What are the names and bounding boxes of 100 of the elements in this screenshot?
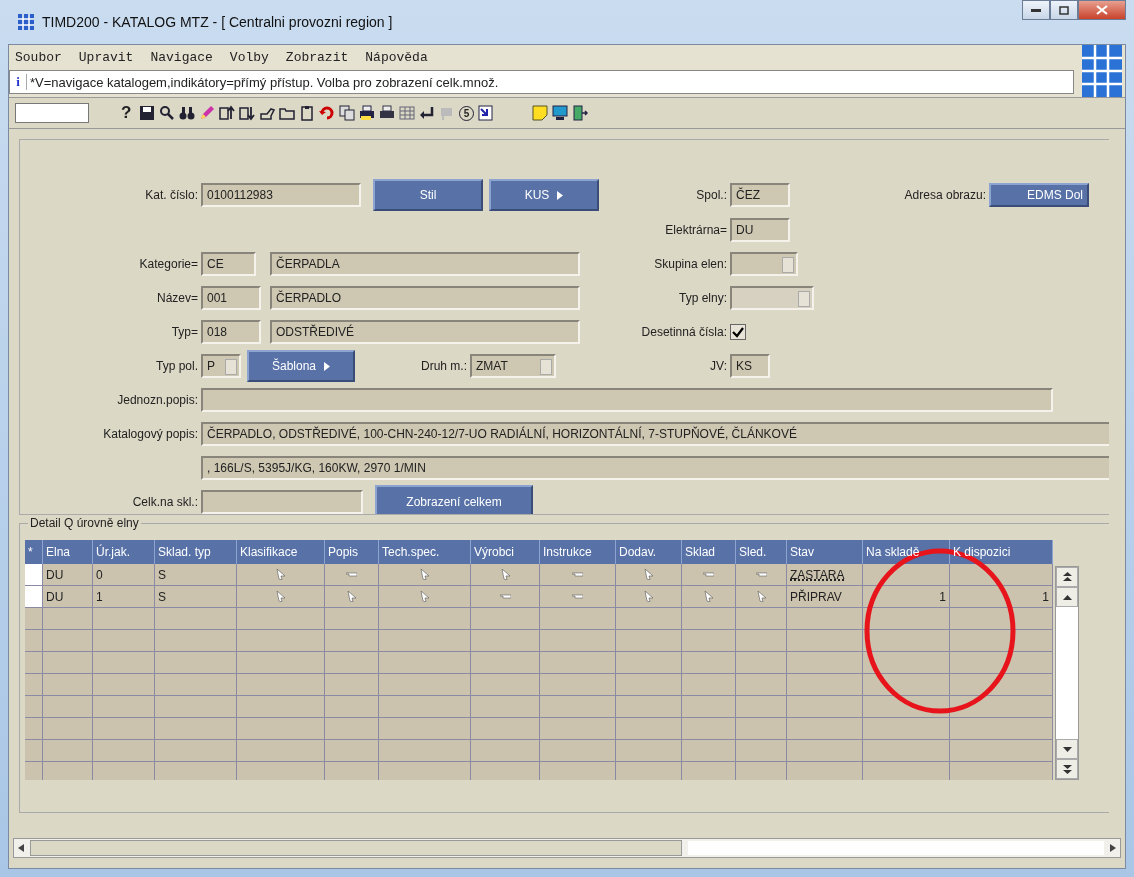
- column-header[interactable]: Popis: [325, 540, 379, 564]
- text-field[interactable]: ČEZ: [730, 183, 790, 207]
- column-header[interactable]: Instrukce: [540, 540, 616, 564]
- grid-icon: [18, 14, 34, 30]
- action-button[interactable]: KUS: [489, 179, 599, 211]
- down-icon[interactable]: [239, 105, 255, 121]
- dash-icon[interactable]: [703, 572, 714, 577]
- text-field[interactable]: [201, 388, 1053, 412]
- text-field[interactable]: 0100112983: [201, 183, 361, 207]
- dash-icon[interactable]: [572, 572, 583, 577]
- code-field[interactable]: 018: [201, 320, 261, 344]
- field-label: Typ pol.: [154, 359, 199, 373]
- text-field[interactable]: KS: [730, 354, 770, 378]
- column-header[interactable]: Na skladě: [863, 540, 950, 564]
- field-label: Kat. číslo:: [144, 188, 199, 202]
- field-label: Adresa obrazu:: [903, 188, 987, 202]
- menu-item[interactable]: Navigace: [150, 50, 213, 65]
- window-title: TIMD200 - KATALOG MTZ - [ Centralni provozni region ]: [42, 14, 393, 30]
- address-button[interactable]: EDMS Dol: [989, 183, 1089, 207]
- dropdown-field[interactable]: P: [201, 354, 241, 378]
- undo-icon[interactable]: [319, 105, 335, 121]
- dropdown-field[interactable]: ZMAT: [470, 354, 556, 378]
- menu-item[interactable]: Upravit: [78, 50, 134, 65]
- group-title: Detail Q úrovně elny: [28, 516, 141, 530]
- column-header[interactable]: Klasifikace: [237, 540, 325, 564]
- code-field[interactable]: CE: [201, 252, 256, 276]
- maximize-button[interactable]: [1050, 0, 1078, 20]
- scroll-bottom-icon[interactable]: [1056, 759, 1078, 779]
- arrow-pointer-icon[interactable]: [420, 591, 429, 602]
- text-field[interactable]: ODSTŘEDIVÉ: [270, 320, 580, 344]
- enter-icon[interactable]: [419, 105, 435, 121]
- horizontal-scrollbar[interactable]: [13, 838, 1121, 858]
- info-text: *V=navigace katalogem,indikátory=přímý přístup. Volba pro zobrazení celk.množ.: [30, 74, 499, 90]
- dash-icon[interactable]: [499, 594, 511, 599]
- field-label: JV:: [709, 359, 728, 373]
- binoculars-icon[interactable]: [179, 105, 195, 121]
- column-header[interactable]: Sklad. typ: [155, 540, 237, 564]
- show-total-button[interactable]: Zobrazení celkem: [375, 485, 533, 514]
- search-icon[interactable]: [159, 105, 175, 121]
- column-header[interactable]: Elna: [43, 540, 93, 564]
- column-header[interactable]: Tech.spec.: [379, 540, 471, 564]
- command-field[interactable]: [15, 103, 89, 123]
- row-selector[interactable]: [25, 586, 43, 608]
- printer-icon[interactable]: [379, 105, 395, 121]
- dropdown-field[interactable]: [730, 252, 798, 276]
- arrow-pointer-icon[interactable]: [644, 591, 653, 602]
- column-header[interactable]: Výrobci: [471, 540, 540, 564]
- column-header[interactable]: Dodav.: [616, 540, 682, 564]
- column-header[interactable]: Sled.: [736, 540, 787, 564]
- template-button[interactable]: Šablona: [247, 350, 355, 382]
- arrow-pointer-icon[interactable]: [276, 591, 285, 602]
- column-header[interactable]: Sklad: [682, 540, 736, 564]
- help-icon[interactable]: ?: [121, 103, 135, 123]
- scroll-top-icon[interactable]: [1056, 567, 1078, 587]
- vertical-scrollbar[interactable]: [1055, 566, 1079, 780]
- menu-item[interactable]: Soubor: [15, 50, 62, 65]
- maximize-icon: [1059, 5, 1069, 15]
- action-button[interactable]: Stil: [373, 179, 483, 211]
- arrow-pointer-icon[interactable]: [276, 569, 285, 580]
- exit-door-icon[interactable]: [572, 105, 588, 121]
- arrow-pointer-icon[interactable]: [756, 591, 766, 602]
- dash-icon[interactable]: [346, 572, 357, 577]
- scroll-left-icon[interactable]: [18, 844, 24, 852]
- close-button[interactable]: [1078, 0, 1126, 20]
- print-icon[interactable]: [359, 105, 375, 121]
- text-field[interactable]: , 166L/S, 5395J/KG, 160KW, 2970 1/MIN: [201, 456, 1109, 480]
- menu-item[interactable]: Zobrazit: [285, 50, 349, 65]
- row-selector[interactable]: [25, 564, 43, 586]
- column-header[interactable]: Úr.jak.: [93, 540, 155, 564]
- arrow-pointer-icon[interactable]: [704, 591, 713, 602]
- text-field[interactable]: ČERPADLO, ODSTŘEDIVÉ, 100-CHN-240-12/7-UO RADIÁLNÍ, HORIZONTÁLNÍ, 7-STUPŇOVÉ, ČLÁNKOVÉ: [201, 422, 1109, 446]
- arrow-pointer-icon[interactable]: [500, 569, 510, 580]
- column-header[interactable]: Stav: [787, 540, 863, 564]
- save-icon[interactable]: [139, 105, 155, 121]
- menu-item[interactable]: Volby: [229, 50, 269, 65]
- text-field[interactable]: [201, 490, 363, 514]
- field-label: Katalogový popis:: [102, 427, 199, 441]
- table-cell: DU: [43, 564, 93, 586]
- minimize-button[interactable]: [1022, 0, 1050, 20]
- code-field[interactable]: 001: [201, 286, 261, 310]
- scroll-right-icon[interactable]: [1110, 844, 1116, 852]
- folder-icon[interactable]: [279, 105, 295, 121]
- arrow-pointer-icon[interactable]: [347, 591, 356, 602]
- scroll-up-icon[interactable]: [1056, 587, 1078, 607]
- up-icon[interactable]: [219, 105, 235, 121]
- text-field[interactable]: DU: [730, 218, 790, 242]
- scroll-down-icon[interactable]: [1056, 739, 1078, 759]
- text-field[interactable]: ČERPADLA: [270, 252, 580, 276]
- close-icon: [1096, 5, 1108, 15]
- table-cell: 0: [93, 564, 155, 586]
- monitor-icon[interactable]: [552, 105, 568, 121]
- dash-icon[interactable]: [755, 572, 767, 577]
- dash-icon[interactable]: [572, 594, 583, 599]
- arrow-pointer-icon[interactable]: [420, 569, 429, 580]
- copy-icon[interactable]: [339, 105, 355, 121]
- menu-item[interactable]: Nápověda: [365, 50, 428, 65]
- arrow-pointer-icon[interactable]: [644, 569, 653, 580]
- clipboard-icon[interactable]: [299, 105, 315, 121]
- text-field[interactable]: ČERPADLO: [270, 286, 580, 310]
- checkbox[interactable]: [730, 324, 746, 340]
